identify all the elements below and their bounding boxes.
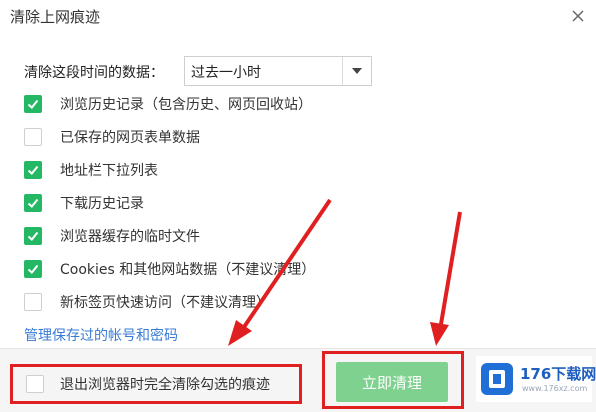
time-range-row: 清除这段时间的数据： 过去一小时 — [24, 56, 384, 88]
option-label: 已保存的网页表单数据 — [60, 130, 200, 146]
manage-passwords-link[interactable]: 管理保存过的帐号和密码 — [24, 325, 178, 345]
option-label: 浏览历史记录（包含历史、网页回收站） — [60, 97, 312, 113]
option-checkbox[interactable] — [24, 128, 42, 146]
option-label: 下载历史记录 — [60, 196, 144, 212]
option-address-bar-list[interactable]: 地址栏下拉列表 — [24, 158, 444, 182]
option-checkbox[interactable] — [24, 260, 42, 278]
checkmark-icon — [27, 264, 39, 274]
checkmark-icon — [27, 165, 39, 175]
exit-clear-checkbox[interactable] — [26, 375, 44, 393]
title-bar: 清除上网痕迹 — [0, 0, 596, 36]
clear-browsing-dialog: 清除上网痕迹 清除这段时间的数据： 过去一小时 浏览历史记录（包含历史、网页回收… — [0, 0, 596, 412]
chevron-down-icon — [352, 68, 362, 74]
exit-clear-label: 退出浏览器时完全清除勾选的痕迹 — [60, 377, 270, 393]
option-checkbox[interactable] — [24, 293, 42, 311]
close-icon — [572, 10, 584, 22]
site-watermark: 176下载网 www.176xz.com — [476, 356, 596, 402]
option-label: 新标签页快速访问（不建议清理） — [60, 295, 270, 311]
watermark-url: www.176xz.com — [522, 384, 588, 393]
dialog-title: 清除上网痕迹 — [10, 8, 101, 26]
option-cache-files[interactable]: 浏览器缓存的临时文件 — [24, 224, 444, 248]
option-form-data[interactable]: 已保存的网页表单数据 — [24, 125, 444, 149]
checkmark-icon — [27, 99, 39, 109]
option-label: 浏览器缓存的临时文件 — [60, 229, 200, 245]
watermark-text: 176下载网 — [520, 365, 596, 383]
option-download-history[interactable]: 下载历史记录 — [24, 191, 444, 215]
option-checkbox[interactable] — [24, 95, 42, 113]
option-clear-on-exit[interactable]: 退出浏览器时完全清除勾选的痕迹 — [26, 372, 296, 396]
option-checkbox[interactable] — [24, 194, 42, 212]
site-logo-icon — [481, 363, 513, 395]
time-range-label: 清除这段时间的数据： — [24, 65, 164, 81]
option-checkbox[interactable] — [24, 161, 42, 179]
checkmark-icon — [27, 198, 39, 208]
option-new-tab-quick-access[interactable]: 新标签页快速访问（不建议清理） — [24, 290, 444, 314]
clear-now-button[interactable]: 立即清理 — [336, 362, 448, 402]
time-range-value: 过去一小时 — [191, 65, 261, 81]
option-checkbox[interactable] — [24, 227, 42, 245]
dropdown-arrow[interactable] — [342, 57, 371, 85]
close-button[interactable] — [568, 6, 588, 26]
option-label: 地址栏下拉列表 — [60, 163, 158, 179]
checkmark-icon — [27, 231, 39, 241]
option-cookies[interactable]: Cookies 和其他网站数据（不建议清理） — [24, 257, 444, 281]
arrow-head — [430, 322, 449, 346]
option-label: Cookies 和其他网站数据（不建议清理） — [60, 262, 316, 278]
arrow-head — [228, 320, 252, 346]
option-browsing-history[interactable]: 浏览历史记录（包含历史、网页回收站） — [24, 92, 444, 116]
time-range-select[interactable]: 过去一小时 — [184, 56, 372, 86]
